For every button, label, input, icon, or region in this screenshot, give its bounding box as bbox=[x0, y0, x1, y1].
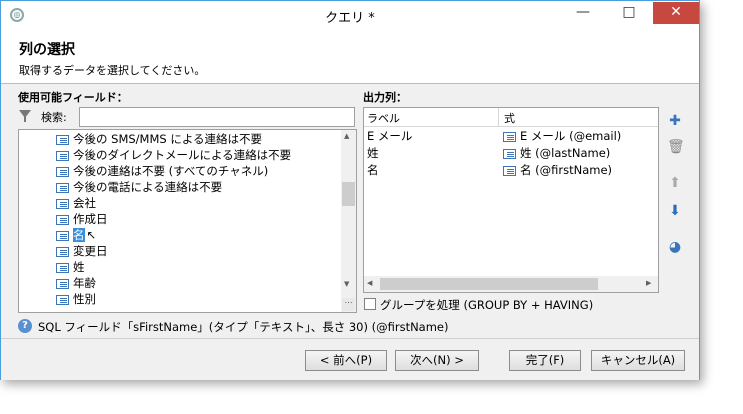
tree-item[interactable]: 作成日 bbox=[56, 211, 108, 227]
table-header: ラベル 式 bbox=[364, 108, 658, 127]
tree-item-label: 名 bbox=[73, 228, 85, 242]
scroll-left-arrow-icon[interactable]: ◀ bbox=[367, 279, 372, 287]
search-label: 検索: bbox=[41, 111, 67, 124]
table-row[interactable]: 姓 姓 (@lastName) bbox=[364, 145, 658, 162]
distribution-chart-icon[interactable]: ◕ bbox=[667, 239, 683, 255]
column-divider[interactable] bbox=[498, 108, 499, 126]
field-list-icon bbox=[56, 262, 69, 273]
row-label: 名 bbox=[367, 163, 379, 177]
help-icon: ? bbox=[18, 319, 32, 333]
field-list-icon bbox=[56, 134, 69, 145]
field-list-icon bbox=[56, 294, 69, 305]
field-list-icon bbox=[56, 214, 69, 225]
field-list-icon bbox=[56, 166, 69, 177]
groupby-label[interactable]: グループを処理 (GROUP BY + HAVING) bbox=[380, 297, 593, 313]
tree-item-label: 今後のダイレクトメールによる連絡は不要 bbox=[73, 148, 292, 162]
step-header: 列の選択 取得するデータを選択してください。 bbox=[1, 31, 699, 84]
field-list-icon bbox=[56, 150, 69, 161]
field-list-icon bbox=[503, 131, 516, 142]
row-expression: 姓 (@lastName) bbox=[503, 145, 610, 162]
tree-item-label: 変更日 bbox=[73, 244, 108, 258]
title-bar: ◎ クエリ * — □ ✕ bbox=[1, 1, 699, 31]
row-expression-text: 名 (@firstName) bbox=[520, 163, 613, 177]
tree-item[interactable]: 性別 bbox=[56, 291, 96, 307]
tree-item-selected[interactable]: 名 ↖ bbox=[56, 227, 96, 243]
table-row[interactable]: E メール E メール (@email) bbox=[364, 128, 658, 145]
delete-icon[interactable]: 🗑 bbox=[667, 139, 685, 155]
row-label: E メール bbox=[367, 129, 413, 143]
tree-item[interactable]: 姓 bbox=[56, 259, 85, 275]
row-expression: E メール (@email) bbox=[503, 128, 621, 145]
move-up-icon[interactable]: ⬆ bbox=[667, 175, 683, 191]
filter-icon-stem bbox=[24, 116, 26, 122]
tree-item[interactable]: 今後の SMS/MMS による連絡は不要 bbox=[56, 131, 262, 147]
next-button[interactable]: 次へ(N) > bbox=[395, 350, 479, 371]
available-fields-label: 使用可能フィールド： bbox=[18, 91, 128, 104]
tree-item[interactable]: 今後の連絡は不要 (すべてのチャネル) bbox=[56, 163, 268, 179]
add-computed-field-icon[interactable]: ✚ bbox=[667, 113, 683, 129]
page-title: 列の選択 bbox=[19, 42, 75, 58]
field-list-icon bbox=[56, 246, 69, 257]
field-list-icon bbox=[503, 148, 516, 159]
tree-scroll-thumb[interactable] bbox=[342, 182, 355, 206]
tree-item-label: 今後の連絡は不要 (すべてのチャネル) bbox=[73, 164, 269, 178]
row-expression: 名 (@firstName) bbox=[503, 162, 612, 179]
scroll-up-arrow-icon[interactable]: ▲ bbox=[344, 132, 349, 140]
tree-item[interactable]: 今後のダイレクトメールによる連絡は不要 bbox=[56, 147, 291, 163]
tree-item-label: 今後の SMS/MMS による連絡は不要 bbox=[73, 132, 263, 146]
tree-item[interactable]: 今後の電話による連絡は不要 bbox=[56, 179, 222, 195]
finish-button[interactable]: 完了(F) bbox=[509, 350, 581, 371]
field-info-text: SQL フィールド「sFirstName」(タイプ「テキスト」、長さ 30) (… bbox=[38, 320, 449, 334]
scroll-down-arrow-icon[interactable]: ▼ bbox=[344, 280, 349, 288]
minimize-button[interactable]: — bbox=[561, 2, 605, 24]
page-subtitle: 取得するデータを選択してください。 bbox=[19, 64, 206, 77]
tree-item[interactable]: 会社 bbox=[56, 195, 96, 211]
row-label: 姓 bbox=[367, 146, 379, 160]
field-list-icon bbox=[56, 230, 69, 241]
query-dialog: ◎ クエリ * — □ ✕ 列の選択 取得するデータを選択してください。 使用可… bbox=[0, 0, 700, 380]
field-list-icon bbox=[56, 198, 69, 209]
mouse-cursor-icon: ↖ bbox=[86, 228, 97, 242]
output-columns-table[interactable]: ラベル 式 E メール E メール (@email) 姓 姓 (@lastNam… bbox=[363, 107, 659, 293]
tree-item-label: 姓 bbox=[73, 260, 85, 274]
tree-item-label: 今後の電話による連絡は不要 bbox=[73, 180, 223, 194]
tree-item-label: 性別 bbox=[73, 292, 96, 306]
close-button[interactable]: ✕ bbox=[653, 2, 699, 24]
button-bar: < 前へ(P) 次へ(N) > 完了(F) キャンセル(A) bbox=[1, 338, 699, 380]
output-columns-label: 出力列： bbox=[363, 91, 407, 104]
groupby-checkbox[interactable] bbox=[364, 298, 376, 310]
back-button[interactable]: < 前へ(P) bbox=[305, 350, 387, 371]
row-expression-text: E メール (@email) bbox=[520, 129, 622, 143]
tree-item[interactable]: 年齢 bbox=[56, 275, 96, 291]
search-input[interactable] bbox=[79, 107, 355, 127]
column-header-expression[interactable]: 式 bbox=[504, 110, 515, 126]
scroll-right-arrow-icon[interactable]: ▶ bbox=[646, 279, 651, 287]
tree-item-label: 会社 bbox=[73, 196, 96, 210]
cancel-button[interactable]: キャンセル(A) bbox=[591, 350, 685, 371]
tree-vertical-scrollbar[interactable]: ▲ ▼ bbox=[341, 130, 356, 312]
column-header-label[interactable]: ラベル bbox=[367, 110, 400, 126]
move-down-icon[interactable]: ⬇ bbox=[667, 203, 683, 219]
field-list-icon bbox=[56, 182, 69, 193]
tree-item[interactable]: 変更日 bbox=[56, 243, 108, 259]
table-scroll-thumb[interactable] bbox=[380, 278, 598, 290]
available-fields-tree[interactable]: 今後の SMS/MMS による連絡は不要 今後のダイレクトメールによる連絡は不要… bbox=[18, 129, 357, 313]
field-list-icon bbox=[503, 165, 516, 176]
row-expression-text: 姓 (@lastName) bbox=[520, 146, 611, 160]
tree-item-label: 作成日 bbox=[73, 212, 108, 226]
table-row[interactable]: 名 名 (@firstName) bbox=[364, 162, 658, 179]
maximize-button[interactable]: □ bbox=[607, 2, 651, 24]
tree-item-label: 年齢 bbox=[73, 276, 96, 290]
expand-options-icon[interactable]: ⋯ bbox=[342, 298, 355, 311]
table-horizontal-scrollbar[interactable]: ◀ ▶ bbox=[364, 276, 658, 292]
computed-field-icon bbox=[56, 278, 69, 289]
